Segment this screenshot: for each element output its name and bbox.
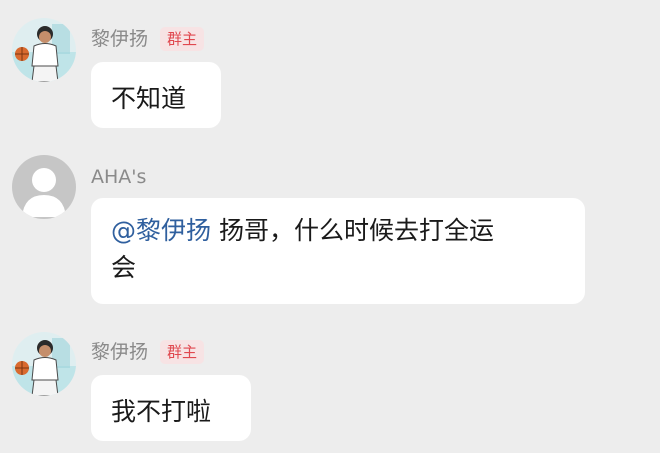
- mention-link[interactable]: @黎伊扬: [111, 216, 211, 245]
- message-text-line: 会: [111, 253, 137, 282]
- sender-name: AHA's: [91, 166, 147, 188]
- message-text: @黎伊扬 扬哥，什么时候去打全运: [111, 212, 565, 249]
- sender-name: 黎伊扬: [91, 28, 149, 50]
- message-text: 我不打啦: [111, 397, 212, 426]
- message-bubble[interactable]: @黎伊扬 扬哥，什么时候去打全运 会: [91, 198, 585, 304]
- message-text: 不知道: [111, 84, 187, 113]
- default-user-avatar-icon[interactable]: [12, 155, 76, 219]
- group-owner-badge: 群主: [160, 340, 205, 364]
- message-text-line: 扬哥，什么时候去打全运: [211, 216, 494, 245]
- basketball-player-avatar-icon[interactable]: [12, 332, 76, 396]
- group-owner-badge: 群主: [160, 27, 205, 51]
- message-bubble[interactable]: 我不打啦: [91, 375, 251, 441]
- basketball-player-avatar-icon[interactable]: [12, 18, 76, 82]
- message-bubble[interactable]: 不知道: [91, 62, 221, 128]
- sender-name: 黎伊扬: [91, 341, 149, 363]
